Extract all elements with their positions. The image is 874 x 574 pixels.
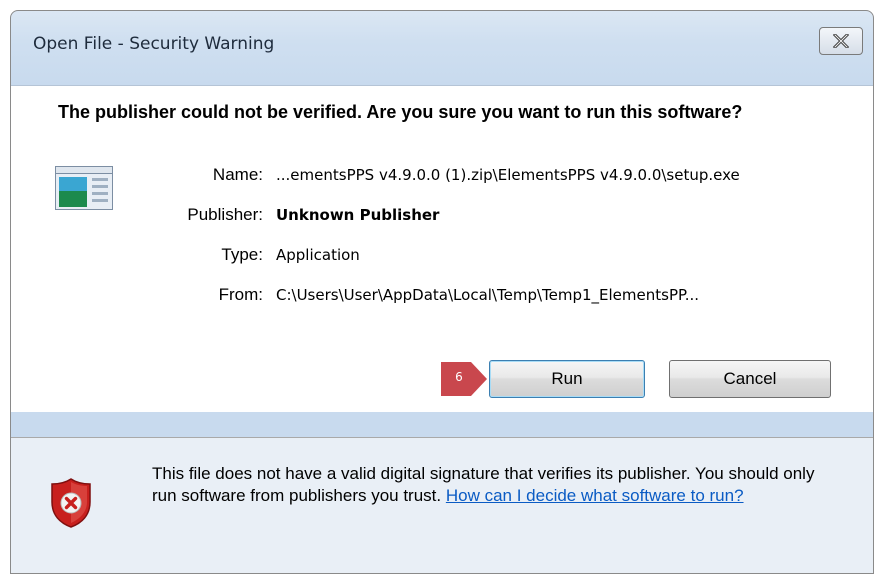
detail-label: From: (218, 285, 263, 304)
close-icon (833, 34, 849, 48)
detail-value: Application (276, 246, 360, 264)
warning-heading: The publisher could not be verified. Are… (58, 102, 743, 122)
detail-label: Name: (212, 165, 263, 184)
title-bar[interactable]: Open File - Security Warning (11, 11, 873, 85)
detail-value: ...ementsPPS v4.9.0.0 (1).zip\ElementsPP… (276, 166, 740, 184)
shield-error-icon (51, 478, 91, 528)
step-marker-number: 6 (455, 370, 463, 384)
run-button[interactable]: Run (489, 360, 645, 398)
help-link[interactable]: How can I decide what software to run? (446, 486, 744, 505)
detail-label: Type: (221, 245, 263, 264)
dialog-body: The publisher could not be verified. Are… (11, 85, 873, 412)
step-marker: 6 (441, 362, 487, 396)
detail-value: Unknown Publisher (276, 206, 440, 224)
application-icon (55, 166, 113, 210)
detail-value: C:\Users\User\AppData\Local\Temp\Temp1_E… (276, 286, 700, 304)
window-title: Open File - Security Warning (33, 34, 275, 54)
warning-footer: This file does not have a valid digital … (11, 438, 873, 573)
security-warning-dialog: Open File - Security Warning The publish… (10, 10, 874, 574)
close-button[interactable] (819, 27, 863, 55)
detail-label: Publisher: (187, 205, 263, 224)
warning-message: This file does not have a valid digital … (152, 463, 842, 507)
cancel-button[interactable]: Cancel (669, 360, 831, 398)
